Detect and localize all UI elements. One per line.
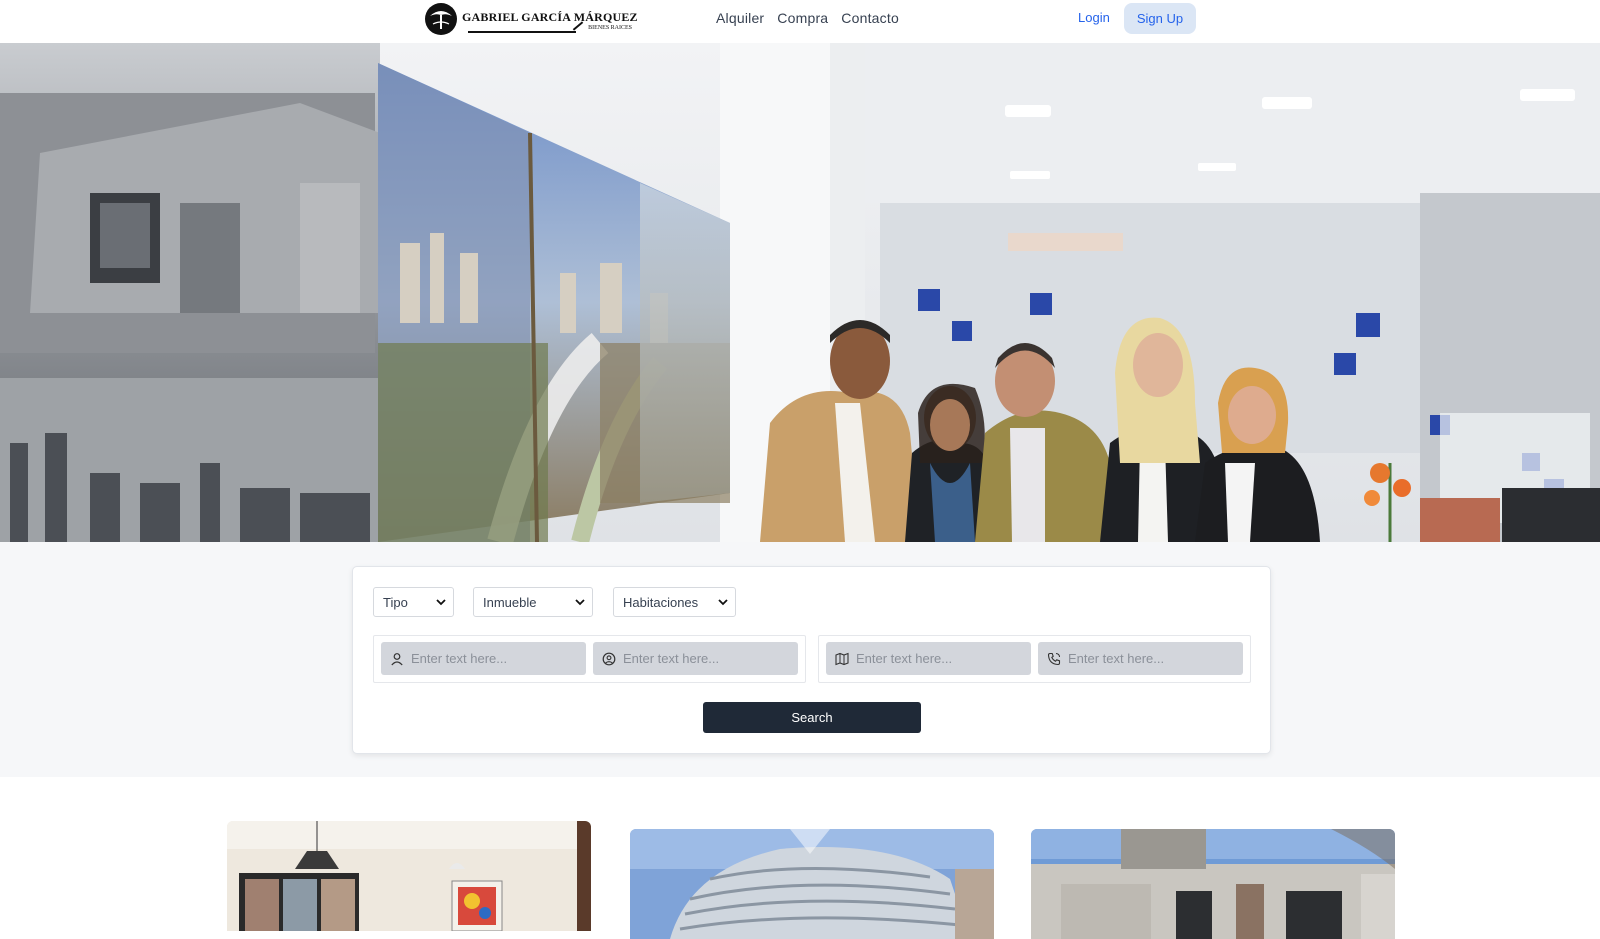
location-input-placeholder: Enter text here... <box>856 651 953 666</box>
nav-link-alquiler[interactable]: Alquiler <box>716 10 764 26</box>
nav-link-contacto[interactable]: Contacto <box>841 10 899 26</box>
phone-input[interactable]: Enter text here... <box>1038 642 1243 675</box>
tipo-select-value: Tipo <box>383 594 408 610</box>
listing-image-tower <box>630 829 994 939</box>
office-team-photo <box>0 43 1600 542</box>
profile-input-placeholder: Enter text here... <box>623 651 720 666</box>
field-group-left: Enter text here... Enter text here... <box>373 635 806 683</box>
phone-icon <box>1047 652 1061 665</box>
user-icon <box>391 652 403 665</box>
chevron-down-icon <box>718 599 728 606</box>
habitaciones-select[interactable]: Habitaciones <box>613 587 736 617</box>
inmueble-select[interactable]: Inmueble <box>473 587 593 617</box>
inmueble-select-value: Inmueble <box>483 594 537 610</box>
profile-input[interactable]: Enter text here... <box>593 642 798 675</box>
listing-image-house <box>1031 829 1395 939</box>
nav-link-compra[interactable]: Compra <box>777 10 828 26</box>
hero-image <box>0 43 1600 542</box>
login-button[interactable]: Login <box>1078 10 1110 25</box>
name-input[interactable]: Enter text here... <box>381 642 586 675</box>
phone-input-placeholder: Enter text here... <box>1068 651 1165 666</box>
signup-button[interactable]: Sign Up <box>1124 3 1196 34</box>
tree-logo-icon <box>425 3 457 35</box>
brand-underline <box>468 31 576 33</box>
brand-tagline: BIENES RAICES <box>588 25 632 31</box>
brand-logo[interactable]: GABRIEL GARCÍA MÁRQUEZ BIENES RAICES <box>424 2 638 38</box>
map-icon <box>835 652 849 665</box>
top-navbar: GABRIEL GARCÍA MÁRQUEZ BIENES RAICES Alq… <box>0 0 1600 43</box>
location-input[interactable]: Enter text here... <box>826 642 1031 675</box>
search-button[interactable]: Search <box>703 702 921 733</box>
brand-wordmark: GABRIEL GARCÍA MÁRQUEZ BIENES RAICES <box>462 2 638 38</box>
face-icon <box>602 652 616 665</box>
tipo-select[interactable]: Tipo <box>373 587 454 617</box>
search-section: Tipo Inmueble Habitaciones Enter text he… <box>0 542 1600 777</box>
search-card: Tipo Inmueble Habitaciones Enter text he… <box>352 566 1271 754</box>
listing-card-1[interactable] <box>227 821 591 931</box>
listing-image-interior <box>227 821 591 931</box>
main-nav: Alquiler Compra Contacto <box>716 10 899 26</box>
habitaciones-select-value: Habitaciones <box>623 594 699 610</box>
listing-card-2[interactable] <box>630 829 994 939</box>
chevron-down-icon <box>575 599 585 606</box>
field-group-right: Enter text here... Enter text here... <box>818 635 1251 683</box>
chevron-down-icon <box>436 599 446 606</box>
name-input-placeholder: Enter text here... <box>411 651 508 666</box>
brand-name: GABRIEL GARCÍA MÁRQUEZ <box>462 10 638 24</box>
listing-card-3[interactable] <box>1031 829 1395 939</box>
